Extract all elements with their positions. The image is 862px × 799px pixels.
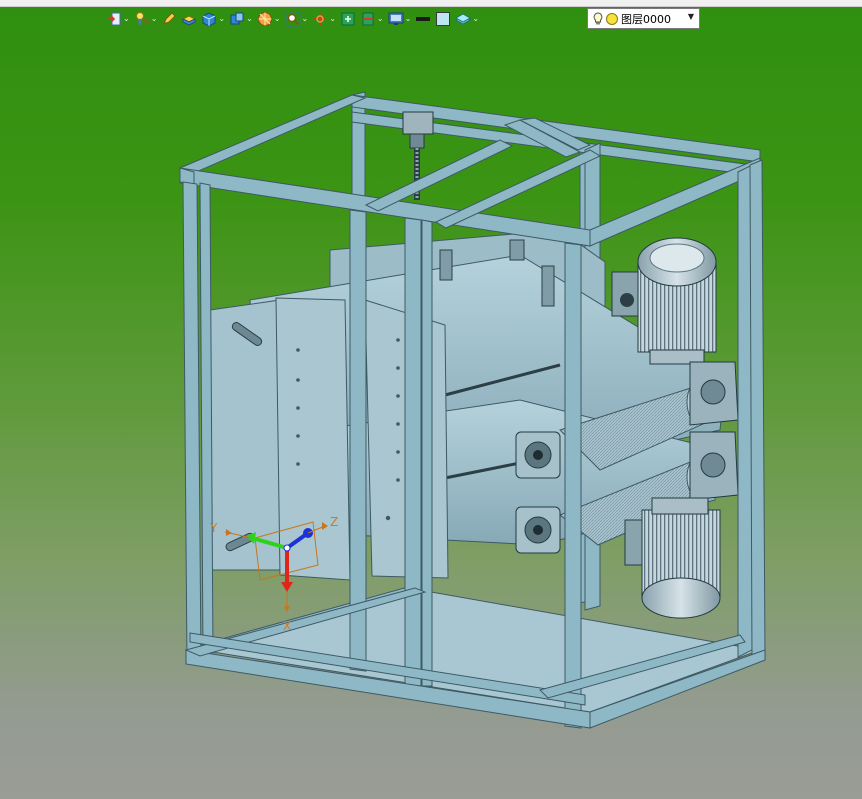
chevron-down-icon[interactable]: ⌄ [405,15,412,23]
chevron-down-icon[interactable]: ⌄ [123,15,130,23]
section-icon [362,12,374,26]
shade-icon [182,15,197,26]
fit-view-icon [341,12,355,26]
layer-tool-button[interactable]: ⌄ [455,8,479,30]
chevron-down-icon[interactable]: ⌄ [302,15,309,23]
bearing-upper [515,431,561,479]
window-top-strip [0,0,862,7]
z-axis-label: Z [330,515,338,529]
solid-view-icon [202,12,216,27]
import-button[interactable]: ⌄ [106,8,130,30]
layer-name: 图层0000 [621,12,671,26]
import-icon [107,12,121,26]
chevron-down-icon[interactable]: ⌄ [274,15,281,23]
bearing-lower [515,506,561,554]
display-settings-icon [388,12,404,25]
light-button[interactable]: ⌄ [134,8,158,30]
line-color-button[interactable] [415,8,431,30]
chevron-down-icon[interactable]: ⌄ [377,15,384,23]
view-cube-button[interactable]: ⌄ [229,8,253,30]
pan-axis-button[interactable]: ⌄ [312,8,336,30]
fill-color-button[interactable] [435,8,451,30]
pan-axis-icon [314,13,327,25]
zoom-icon [285,11,301,27]
x-axis-label: X [283,619,291,633]
pen-icon [163,12,177,25]
chevron-down-icon[interactable]: ⌄ [329,15,336,23]
chevron-down-icon[interactable]: ⌄ [472,15,479,23]
shade-button[interactable] [181,8,197,30]
fit-view-button[interactable] [340,8,356,30]
chevron-down-icon[interactable]: ⌄ [218,15,225,23]
solid-view-button[interactable]: ⌄ [201,8,225,30]
render-mode-button[interactable]: ⌄ [257,8,281,30]
chevron-down-icon[interactable]: ⌄ [246,15,253,23]
view-toolbar: ⌄ ⌄ ⌄ ⌄ ⌄ ⌄ ⌄ ⌄ ⌄ ⌄ [106,8,483,30]
chevron-down-icon[interactable]: ⌄ [151,15,158,23]
lightbulb-icon [593,11,603,24]
render-mode-icon [257,12,272,26]
pen-button[interactable] [161,8,177,30]
zoom-button[interactable]: ⌄ [285,8,309,30]
y-axis-label: Y [209,521,218,535]
display-settings-button[interactable]: ⌄ [388,8,412,30]
layer-visibility-icon [606,12,618,25]
line-color-icon [416,17,431,21]
view-cube-icon [230,12,244,25]
light-icon [135,12,149,25]
layer-selector[interactable]: 图层0000 ▼ [587,8,700,29]
3d-viewport[interactable]: X Y Z [0,32,862,799]
chevron-down-icon[interactable]: ▼ [688,12,694,21]
layer-tool-icon [455,13,472,25]
section-button[interactable]: ⌄ [360,8,384,30]
fill-color-icon [436,12,451,26]
